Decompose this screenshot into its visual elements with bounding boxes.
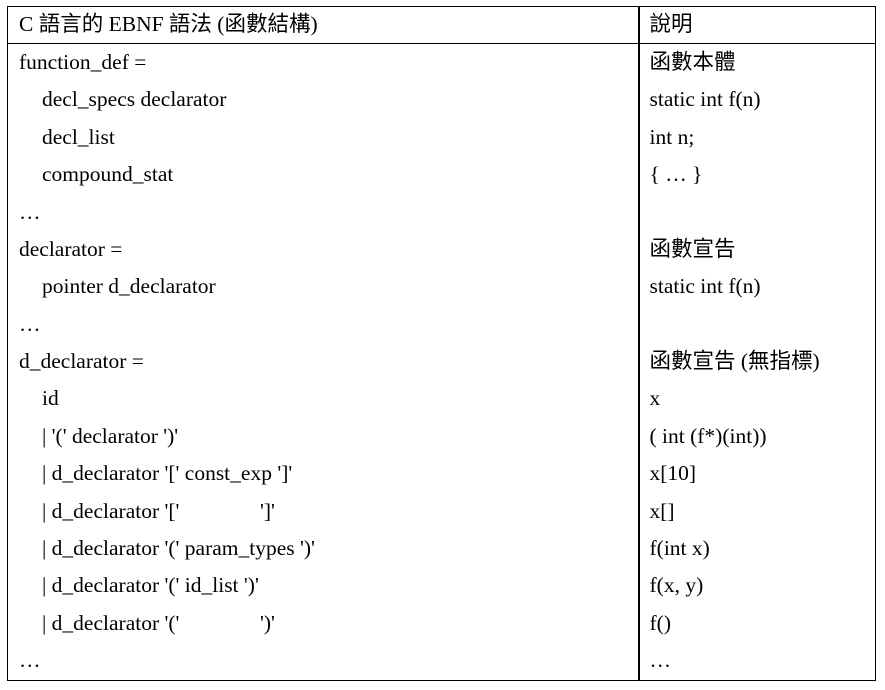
- description-cell: 函數宣告 (無指標): [638, 343, 876, 381]
- table-row: declarator = 函數宣告: [7, 230, 876, 269]
- description-cell: static int f(n): [638, 81, 876, 119]
- grammar-cell: declarator =: [7, 230, 640, 269]
- description-cell: [638, 305, 876, 344]
- table-row: | '(' declarator ')'( int (f*)(int)): [7, 417, 876, 456]
- grammar-cell: pointer d_declarator: [7, 268, 640, 306]
- description-cell: static int f(n): [638, 268, 876, 306]
- table-row: pointer d_declarator static int f(n): [7, 268, 876, 306]
- description-cell: ( int (f*)(int)): [638, 417, 876, 456]
- table-row: | d_declarator '(' id_list ')' f(x, y): [7, 567, 876, 605]
- grammar-cell: …: [7, 305, 640, 344]
- table-row: | d_declarator '(' param_types ')' f(int …: [7, 530, 876, 568]
- grammar-cell: | d_declarator '(' ')': [7, 604, 640, 643]
- grammar-cell: | d_declarator '[' const_exp ']': [7, 455, 640, 493]
- table-header-row: C 語言的 EBNF 語法 (函數結構) 說明: [7, 6, 876, 44]
- description-cell: 函數本體: [638, 43, 876, 82]
- description-cell: [638, 193, 876, 231]
- description-cell: int n;: [638, 118, 876, 157]
- grammar-cell: …: [7, 642, 640, 681]
- table-row: …: [7, 305, 876, 344]
- grammar-cell: compound_stat: [7, 156, 640, 194]
- table-row: decl_list int n;: [7, 118, 876, 157]
- table-row: decl_specs declarator static int f(n): [7, 81, 876, 119]
- grammar-cell: d_declarator =: [7, 343, 640, 381]
- grammar-cell: function_def =: [7, 43, 640, 82]
- description-cell: f(x, y): [638, 567, 876, 605]
- table-body: function_def = 函數本體 decl_specs declarator s…: [7, 43, 876, 681]
- description-cell: …: [638, 642, 876, 681]
- description-cell: x[10]: [638, 455, 876, 493]
- grammar-cell: | d_declarator '[' ']': [7, 492, 640, 531]
- table-row: function_def = 函數本體: [7, 43, 876, 82]
- grammar-cell: decl_specs declarator: [7, 81, 640, 119]
- grammar-cell: | d_declarator '(' param_types ')': [7, 530, 640, 568]
- description-cell: { … }: [638, 156, 876, 194]
- header-description: 說明: [638, 6, 876, 44]
- table-row: | d_declarator '(' ')' f(): [7, 604, 876, 643]
- header-grammar: C 語言的 EBNF 語法 (函數結構): [7, 6, 640, 44]
- table-row: d_declarator = 函數宣告 (無指標): [7, 343, 876, 381]
- table-row: compound_stat{ … }: [7, 156, 876, 194]
- description-cell: f(): [638, 604, 876, 643]
- grammar-cell: | d_declarator '(' id_list ')': [7, 567, 640, 605]
- description-cell: f(int x): [638, 530, 876, 568]
- description-cell: 函數宣告: [638, 230, 876, 269]
- description-cell: x: [638, 380, 876, 418]
- table-row: | d_declarator '[' ']' x[]: [7, 492, 876, 531]
- description-cell: x[]: [638, 492, 876, 531]
- table-row: | d_declarator '[' const_exp ']' x[10]: [7, 455, 876, 493]
- ebnf-grammar-table: C 語言的 EBNF 語法 (函數結構) 說明 function_def = 函數…: [7, 6, 876, 681]
- ebnf-table-container: C 語言的 EBNF 語法 (函數結構) 說明 function_def = 函數…: [7, 6, 876, 681]
- grammar-cell: id: [7, 380, 640, 418]
- grammar-cell: …: [7, 193, 640, 231]
- grammar-cell: decl_list: [7, 118, 640, 157]
- table-row: ……: [7, 642, 876, 681]
- table-row: …: [7, 193, 876, 231]
- grammar-cell: | '(' declarator ')': [7, 417, 640, 456]
- table-row: id x: [7, 380, 876, 418]
